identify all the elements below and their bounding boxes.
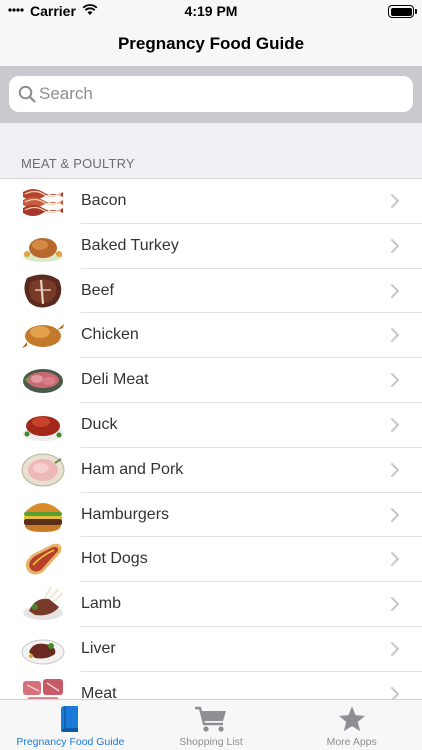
chevron-right-icon [390, 372, 400, 388]
item-label: Beef [81, 281, 114, 299]
tab-shopping-list[interactable]: Shopping List [141, 700, 282, 750]
hamburger-icon [21, 496, 65, 534]
status-bar: Carrier 4:19 PM [0, 0, 422, 24]
tab-more-apps[interactable]: More Apps [281, 700, 422, 750]
tab-bar: Pregnancy Food Guide Shopping List More … [0, 699, 422, 750]
search-bar [0, 66, 422, 123]
food-list: Bacon Baked Turkey Beef Chicken Deli Mea… [0, 179, 422, 699]
item-label: Ham and Pork [81, 460, 184, 478]
bacon-icon [21, 182, 65, 220]
book-icon [58, 705, 82, 738]
battery-icon [388, 5, 417, 18]
hot-dog-icon [21, 540, 65, 578]
search-field[interactable] [9, 76, 413, 112]
tab-pregnancy-food-guide[interactable]: Pregnancy Food Guide [0, 700, 141, 750]
chevron-right-icon [390, 551, 400, 567]
item-label: Hot Dogs [81, 550, 148, 568]
tab-label: Pregnancy Food Guide [16, 736, 125, 748]
list-item[interactable]: Deli Meat [0, 358, 422, 403]
lamb-icon [21, 585, 65, 623]
list-item[interactable]: Ham and Pork [0, 448, 422, 493]
item-label: Hamburgers [81, 505, 170, 523]
item-label: Meat [81, 684, 117, 699]
chevron-right-icon [390, 238, 400, 254]
list-item[interactable]: Chicken [0, 313, 422, 359]
beef-icon [21, 272, 65, 310]
ham-icon [21, 451, 65, 489]
item-label: Liver [81, 639, 116, 657]
list-item[interactable]: Baked Turkey [0, 224, 422, 269]
navigation-bar: Pregnancy Food Guide [0, 24, 422, 66]
item-label: Baked Turkey [81, 236, 179, 254]
meat-icon [21, 675, 65, 699]
list-item[interactable]: Meat [0, 672, 422, 699]
page-title: Pregnancy Food Guide [117, 34, 305, 53]
list-item[interactable]: Liver [0, 627, 422, 672]
search-icon [18, 85, 36, 103]
item-label: Duck [81, 415, 118, 433]
list-item[interactable]: Hot Dogs [0, 537, 422, 583]
chevron-right-icon [390, 596, 400, 612]
section-title: MEAT & POULTRY [21, 156, 135, 171]
chevron-right-icon [390, 327, 400, 343]
chevron-right-icon [390, 283, 400, 299]
chevron-right-icon [390, 193, 400, 209]
list-item[interactable]: Bacon [0, 179, 422, 224]
search-input[interactable] [39, 76, 399, 112]
item-label: Bacon [81, 192, 127, 209]
cart-icon [194, 705, 228, 738]
chevron-right-icon [390, 641, 400, 657]
item-label: Lamb [81, 595, 122, 613]
chevron-right-icon [390, 686, 400, 699]
status-time: 4:19 PM [184, 3, 238, 19]
deli-meat-icon [21, 361, 65, 399]
chevron-right-icon [390, 417, 400, 433]
tab-label: Shopping List [179, 736, 243, 748]
chevron-right-icon [390, 462, 400, 478]
item-label: Chicken [81, 326, 139, 344]
liver-icon [21, 630, 65, 668]
list-item[interactable]: Lamb [0, 582, 422, 627]
turkey-icon [21, 227, 65, 265]
tab-label: More Apps [326, 736, 377, 748]
star-icon [338, 705, 366, 738]
list-item[interactable]: Hamburgers [0, 493, 422, 538]
chicken-icon [21, 316, 65, 354]
duck-icon [21, 406, 65, 444]
section-header: MEAT & POULTRY [0, 123, 422, 179]
chevron-right-icon [390, 507, 400, 523]
list-item[interactable]: Beef [0, 269, 422, 314]
item-label: Deli Meat [81, 371, 149, 389]
list-item[interactable]: Duck [0, 403, 422, 448]
